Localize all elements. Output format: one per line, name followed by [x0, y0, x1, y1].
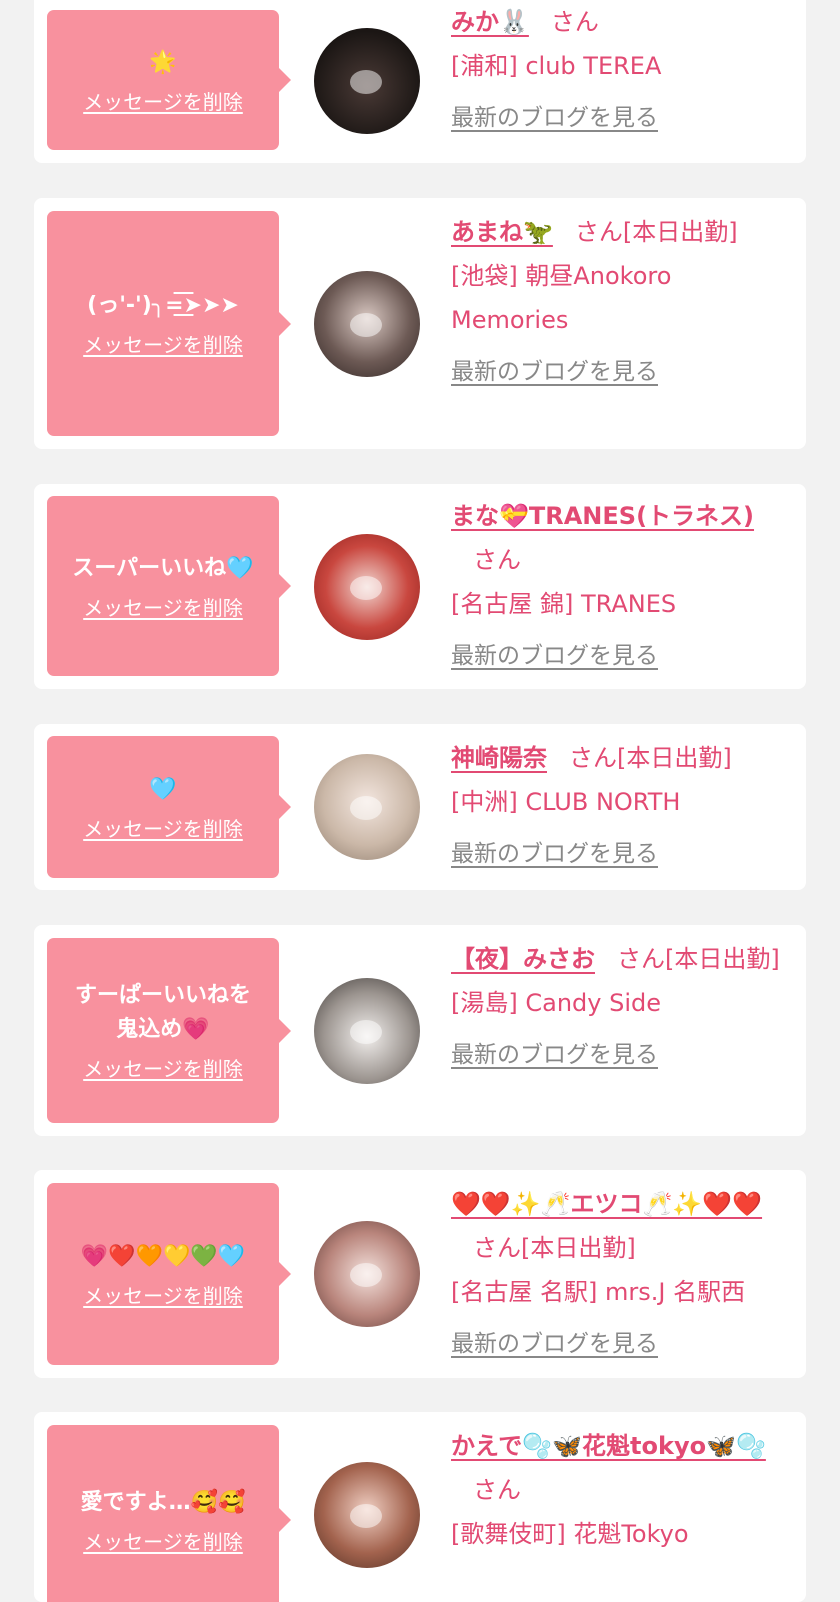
shop-location: [池袋] 朝昼Anokoro Memories — [451, 262, 672, 334]
message-bubble: (っ'-')╮=͟͟͞͞➤➤➤ メッセージを削除 — [47, 211, 291, 436]
message-card: スーパーいいね🩵 メッセージを削除 まな💝TRANES(トラネス) さん [名古屋… — [34, 484, 806, 689]
delete-message-link[interactable]: メッセージを削除 — [83, 592, 243, 621]
message-text: 🩵 — [149, 776, 177, 802]
message-bubble: 愛ですよ…🥰🥰 メッセージを削除 — [47, 1425, 291, 1602]
latest-blog-link[interactable]: 最新のブログを見る — [451, 832, 658, 876]
user-info: みか🐰 さん [浦和] club TEREA 最新のブログを見る — [451, 0, 791, 140]
message-bubble: スーパーいいね🩵 メッセージを削除 — [47, 496, 291, 676]
message-card: (っ'-')╮=͟͟͞͞➤➤➤ メッセージを削除 あまね🦖 さん[本日出勤] [池… — [34, 198, 806, 449]
message-text: 🌟 — [149, 49, 177, 75]
message-list: 🌟 メッセージを削除 みか🐰 さん [浦和] club TEREA 最新のブログを… — [0, 0, 840, 1602]
honorific: さん — [550, 8, 599, 36]
shop-location: [歌舞伎町] 花魁Tokyo — [451, 1520, 689, 1548]
user-name-link[interactable]: かえで🫧🦋花魁tokyo🦋🫧 — [451, 1432, 766, 1460]
avatar[interactable] — [314, 1462, 420, 1568]
honorific: さん — [473, 1234, 521, 1262]
message-card: 💗❤️🧡💛💚🩵 メッセージを削除 ❤️❤️✨🥂エツコ🥂✨❤️❤️ さん[本日出勤]… — [34, 1170, 806, 1378]
honorific: さん — [473, 1476, 521, 1504]
latest-blog-link[interactable]: 最新のブログを見る — [451, 1033, 658, 1077]
message-text: (っ'-')╮=͟͟͞͞➤➤➤ — [87, 293, 239, 318]
avatar[interactable] — [314, 754, 420, 860]
attendance-tag: [本日出勤] — [617, 744, 732, 772]
shop-location: [名古屋 名駅] mrs.J 名駅西 — [451, 1278, 746, 1306]
latest-blog-link[interactable]: 最新のブログを見る — [451, 634, 658, 678]
message-card: 🩵 メッセージを削除 神崎陽奈 さん[本日出勤] [中洲] CLUB NORTH … — [34, 724, 806, 890]
user-info: ❤️❤️✨🥂エツコ🥂✨❤️❤️ さん[本日出勤] [名古屋 名駅] mrs.J 名… — [451, 1182, 791, 1366]
user-info: あまね🦖 さん[本日出勤] [池袋] 朝昼Anokoro Memories 最新の… — [451, 210, 791, 394]
user-name-link[interactable]: あまね🦖 — [451, 218, 553, 246]
delete-message-link[interactable]: メッセージを削除 — [83, 813, 243, 842]
honorific: さん — [574, 218, 623, 246]
shop-location: [名古屋 錦] TRANES — [451, 590, 677, 618]
message-text: すーぱーいいねを 鬼込め💗 — [74, 983, 251, 1042]
user-info: かえで🫧🦋花魁tokyo🦋🫧 さん [歌舞伎町] 花魁Tokyo — [451, 1424, 791, 1556]
avatar[interactable] — [314, 271, 420, 377]
message-text: 💗❤️🧡💛💚🩵 — [80, 1243, 246, 1269]
avatar[interactable] — [314, 1221, 420, 1327]
delete-message-link[interactable]: メッセージを削除 — [83, 86, 243, 115]
user-name-link[interactable]: みか🐰 — [451, 8, 529, 36]
honorific: さん — [569, 744, 617, 772]
message-card: 愛ですよ…🥰🥰 メッセージを削除 かえで🫧🦋花魁tokyo🦋🫧 さん [歌舞伎町]… — [34, 1412, 806, 1602]
message-bubble: すーぱーいいねを 鬼込め💗 メッセージを削除 — [47, 938, 291, 1123]
shop-location: [中洲] CLUB NORTH — [451, 788, 681, 816]
attendance-tag: [本日出勤] — [622, 218, 738, 246]
user-info: 神崎陽奈 さん[本日出勤] [中洲] CLUB NORTH 最新のブログを見る — [451, 736, 791, 876]
message-text: 愛ですよ…🥰🥰 — [80, 1489, 246, 1515]
delete-message-link[interactable]: メッセージを削除 — [83, 1053, 243, 1082]
shop-location: [浦和] club TEREA — [451, 52, 662, 80]
avatar[interactable] — [314, 978, 420, 1084]
message-bubble: 🌟 メッセージを削除 — [47, 10, 291, 150]
message-card: 🌟 メッセージを削除 みか🐰 さん [浦和] club TEREA 最新のブログを… — [34, 0, 806, 163]
user-name-link[interactable]: ❤️❤️✨🥂エツコ🥂✨❤️❤️ — [451, 1190, 762, 1218]
user-info: 【夜】みさお さん[本日出勤] [湯島] Candy Side 最新のブログを見る — [451, 937, 791, 1077]
delete-message-link[interactable]: メッセージを削除 — [83, 1280, 243, 1309]
user-name-link[interactable]: まな💝TRANES(トラネス) — [451, 502, 754, 530]
delete-message-link[interactable]: メッセージを削除 — [83, 1526, 243, 1555]
avatar[interactable] — [314, 28, 420, 134]
attendance-tag: [本日出勤] — [665, 945, 780, 973]
shop-location: [湯島] Candy Side — [451, 989, 661, 1017]
message-card: すーぱーいいねを 鬼込め💗 メッセージを削除 【夜】みさお さん[本日出勤] [湯… — [34, 925, 806, 1136]
attendance-tag: [本日出勤] — [521, 1234, 636, 1262]
message-text: スーパーいいね🩵 — [72, 555, 254, 581]
user-name-link[interactable]: 【夜】みさお — [451, 945, 595, 973]
honorific: さん — [617, 945, 665, 973]
honorific: さん — [473, 546, 521, 574]
delete-message-link[interactable]: メッセージを削除 — [83, 329, 243, 358]
latest-blog-link[interactable]: 最新のブログを見る — [451, 96, 658, 140]
avatar[interactable] — [314, 534, 420, 640]
user-info: まな💝TRANES(トラネス) さん [名古屋 錦] TRANES 最新のブログを… — [451, 494, 791, 678]
latest-blog-link[interactable]: 最新のブログを見る — [451, 350, 658, 394]
message-bubble: 💗❤️🧡💛💚🩵 メッセージを削除 — [47, 1183, 291, 1365]
message-bubble: 🩵 メッセージを削除 — [47, 736, 291, 878]
user-name-link[interactable]: 神崎陽奈 — [451, 744, 547, 772]
latest-blog-link[interactable]: 最新のブログを見る — [451, 1322, 658, 1366]
